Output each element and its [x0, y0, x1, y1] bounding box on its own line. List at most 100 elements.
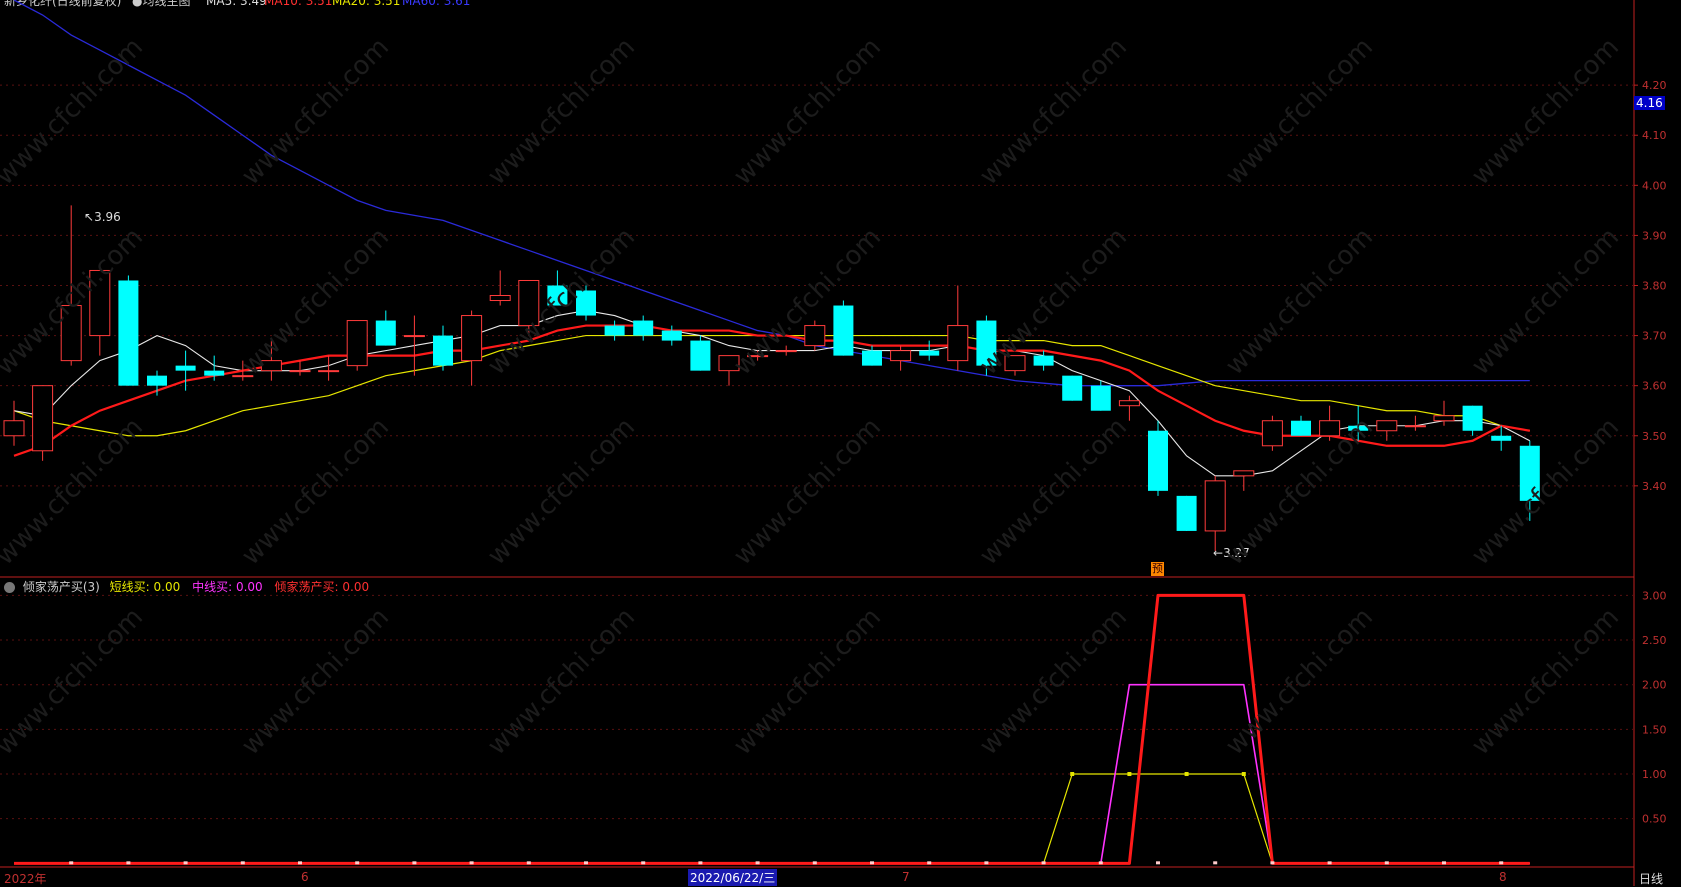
- chart-window: 新乡化纤(日线前复权) ●均线主图 MA5: 3.49 MA10: 3.51 M…: [0, 0, 1681, 886]
- up-candle-body: [346, 320, 368, 367]
- zero-line-marker: [469, 861, 474, 865]
- up-candle-body: [318, 370, 340, 373]
- price-tick-label: 3.50: [1642, 430, 1667, 443]
- price-tick-label: 3.90: [1642, 229, 1667, 242]
- ma10-line: [13, 324, 1530, 457]
- zero-line-marker: [183, 861, 188, 865]
- indicator-tick-label: 2.00: [1642, 679, 1667, 692]
- up-candle-body: [1233, 470, 1255, 477]
- up-candle-body: [232, 375, 254, 378]
- short-buy-label: 短线买:: [109, 580, 150, 594]
- indicator-legend: 倾家荡产买(3) 短线买: 0.00 中线买: 0.00 倾家荡产买: 0.00: [4, 578, 369, 595]
- short-buy-point: [1184, 772, 1189, 777]
- indicator-tick-label: 3.00: [1642, 589, 1667, 602]
- short-buy-value: 0.00: [153, 580, 181, 594]
- up-candle-body: [1376, 420, 1398, 432]
- period-label[interactable]: 日线: [1639, 870, 1663, 887]
- mid-buy-value: 0.00: [235, 580, 263, 594]
- up-candle-body: [1004, 355, 1026, 372]
- up-candle-body: [461, 315, 483, 362]
- zero-line-marker: [584, 861, 588, 865]
- zero-line-marker: [1327, 861, 1332, 865]
- down-candle-body: [976, 320, 997, 366]
- zero-line-marker: [1384, 861, 1389, 865]
- price-tick-label: 3.70: [1642, 330, 1667, 343]
- down-candle-body: [661, 330, 682, 341]
- x-label-june: 6: [301, 870, 309, 884]
- zero-line-marker: [1270, 861, 1275, 865]
- down-candle-body: [1348, 425, 1369, 431]
- zero-line-marker: [526, 861, 531, 865]
- up-candle-body: [518, 279, 540, 327]
- down-candle-body: [690, 340, 711, 371]
- zero-line-marker: [1213, 861, 1218, 865]
- price-tick-label: 4.20: [1642, 79, 1667, 92]
- price-tick-label: 3.40: [1642, 480, 1667, 493]
- down-candle-body: [1462, 405, 1483, 431]
- indicator-tick-label: 2.50: [1642, 634, 1667, 647]
- all-in-buy-value: 0.00: [342, 580, 370, 594]
- down-candle-body: [433, 335, 453, 366]
- down-candle-body: [833, 305, 854, 356]
- collapse-icon[interactable]: [4, 582, 15, 593]
- up-candle-body: [1319, 420, 1341, 437]
- up-candle-body: [1404, 425, 1426, 428]
- down-candle-body: [375, 320, 396, 346]
- zero-line-marker: [1098, 861, 1103, 865]
- down-candle-body: [1491, 435, 1512, 441]
- up-candle-body: [60, 305, 82, 362]
- x-label-cursor-date: 2022/06/22/三: [688, 869, 778, 886]
- down-candle-body: [919, 350, 940, 356]
- price-tick-label: 4.10: [1642, 129, 1667, 142]
- down-candle-body: [1291, 420, 1311, 436]
- up-candle-body: [1261, 420, 1283, 447]
- short-buy-point: [1127, 772, 1132, 777]
- zero-line-marker: [755, 861, 760, 865]
- zero-line-marker: [412, 861, 417, 865]
- down-candle-body: [547, 285, 568, 306]
- price-chart-svg: 3.40 3.50 3.60 3.70 3.80 3.90 4.00 4.10 4.20 0.50…: [0, 0, 1667, 886]
- zero-line-marker: [870, 861, 874, 865]
- up-candle-body: [260, 360, 282, 372]
- down-candle-body: [204, 370, 225, 376]
- up-candle-body: [1433, 415, 1455, 422]
- indicator-name: 倾家荡产买(3): [22, 580, 100, 594]
- current-price-tag: 4.16: [1634, 96, 1665, 110]
- zero-line-marker: [1041, 861, 1046, 865]
- zero-line-marker: [1156, 861, 1160, 865]
- zero-line-marker: [126, 861, 131, 865]
- up-candle-body: [718, 355, 740, 372]
- zero-line-marker: [984, 861, 989, 865]
- high-value: 3.96: [94, 210, 121, 224]
- short-buy-point: [1070, 772, 1075, 777]
- mid-buy-label: 中线买:: [192, 580, 233, 594]
- down-candle-body: [1519, 445, 1540, 501]
- up-candle-body: [489, 295, 511, 302]
- up-candle-body: [3, 420, 25, 437]
- zero-line-marker: [69, 861, 74, 865]
- low-value: 3.27: [1223, 546, 1250, 560]
- price-tick-label: 4.00: [1642, 179, 1667, 192]
- x-label-july: 7: [902, 870, 910, 884]
- up-candle-body: [289, 370, 311, 373]
- up-candle-body: [1118, 400, 1140, 407]
- down-candle-body: [1033, 355, 1054, 366]
- up-candle-body: [32, 385, 54, 452]
- zero-line-marker: [698, 861, 703, 865]
- down-candle-body: [147, 375, 167, 386]
- zero-line-marker: [1442, 861, 1446, 865]
- up-candle-body: [403, 335, 425, 338]
- zero-line-marker: [240, 861, 245, 865]
- zero-line-marker: [355, 861, 360, 865]
- down-candle-body: [1090, 385, 1111, 411]
- down-candle-body: [1176, 495, 1197, 531]
- up-candle-body: [89, 269, 111, 337]
- x-label-year: 2022年: [4, 872, 47, 886]
- down-candle-body: [604, 325, 625, 336]
- price-tick-label: 3.60: [1642, 380, 1667, 393]
- zero-line-marker: [927, 861, 932, 865]
- up-candle-body: [947, 325, 969, 362]
- down-candle-body: [118, 280, 139, 386]
- up-candle-body: [1204, 480, 1226, 532]
- down-candle-body: [175, 365, 196, 371]
